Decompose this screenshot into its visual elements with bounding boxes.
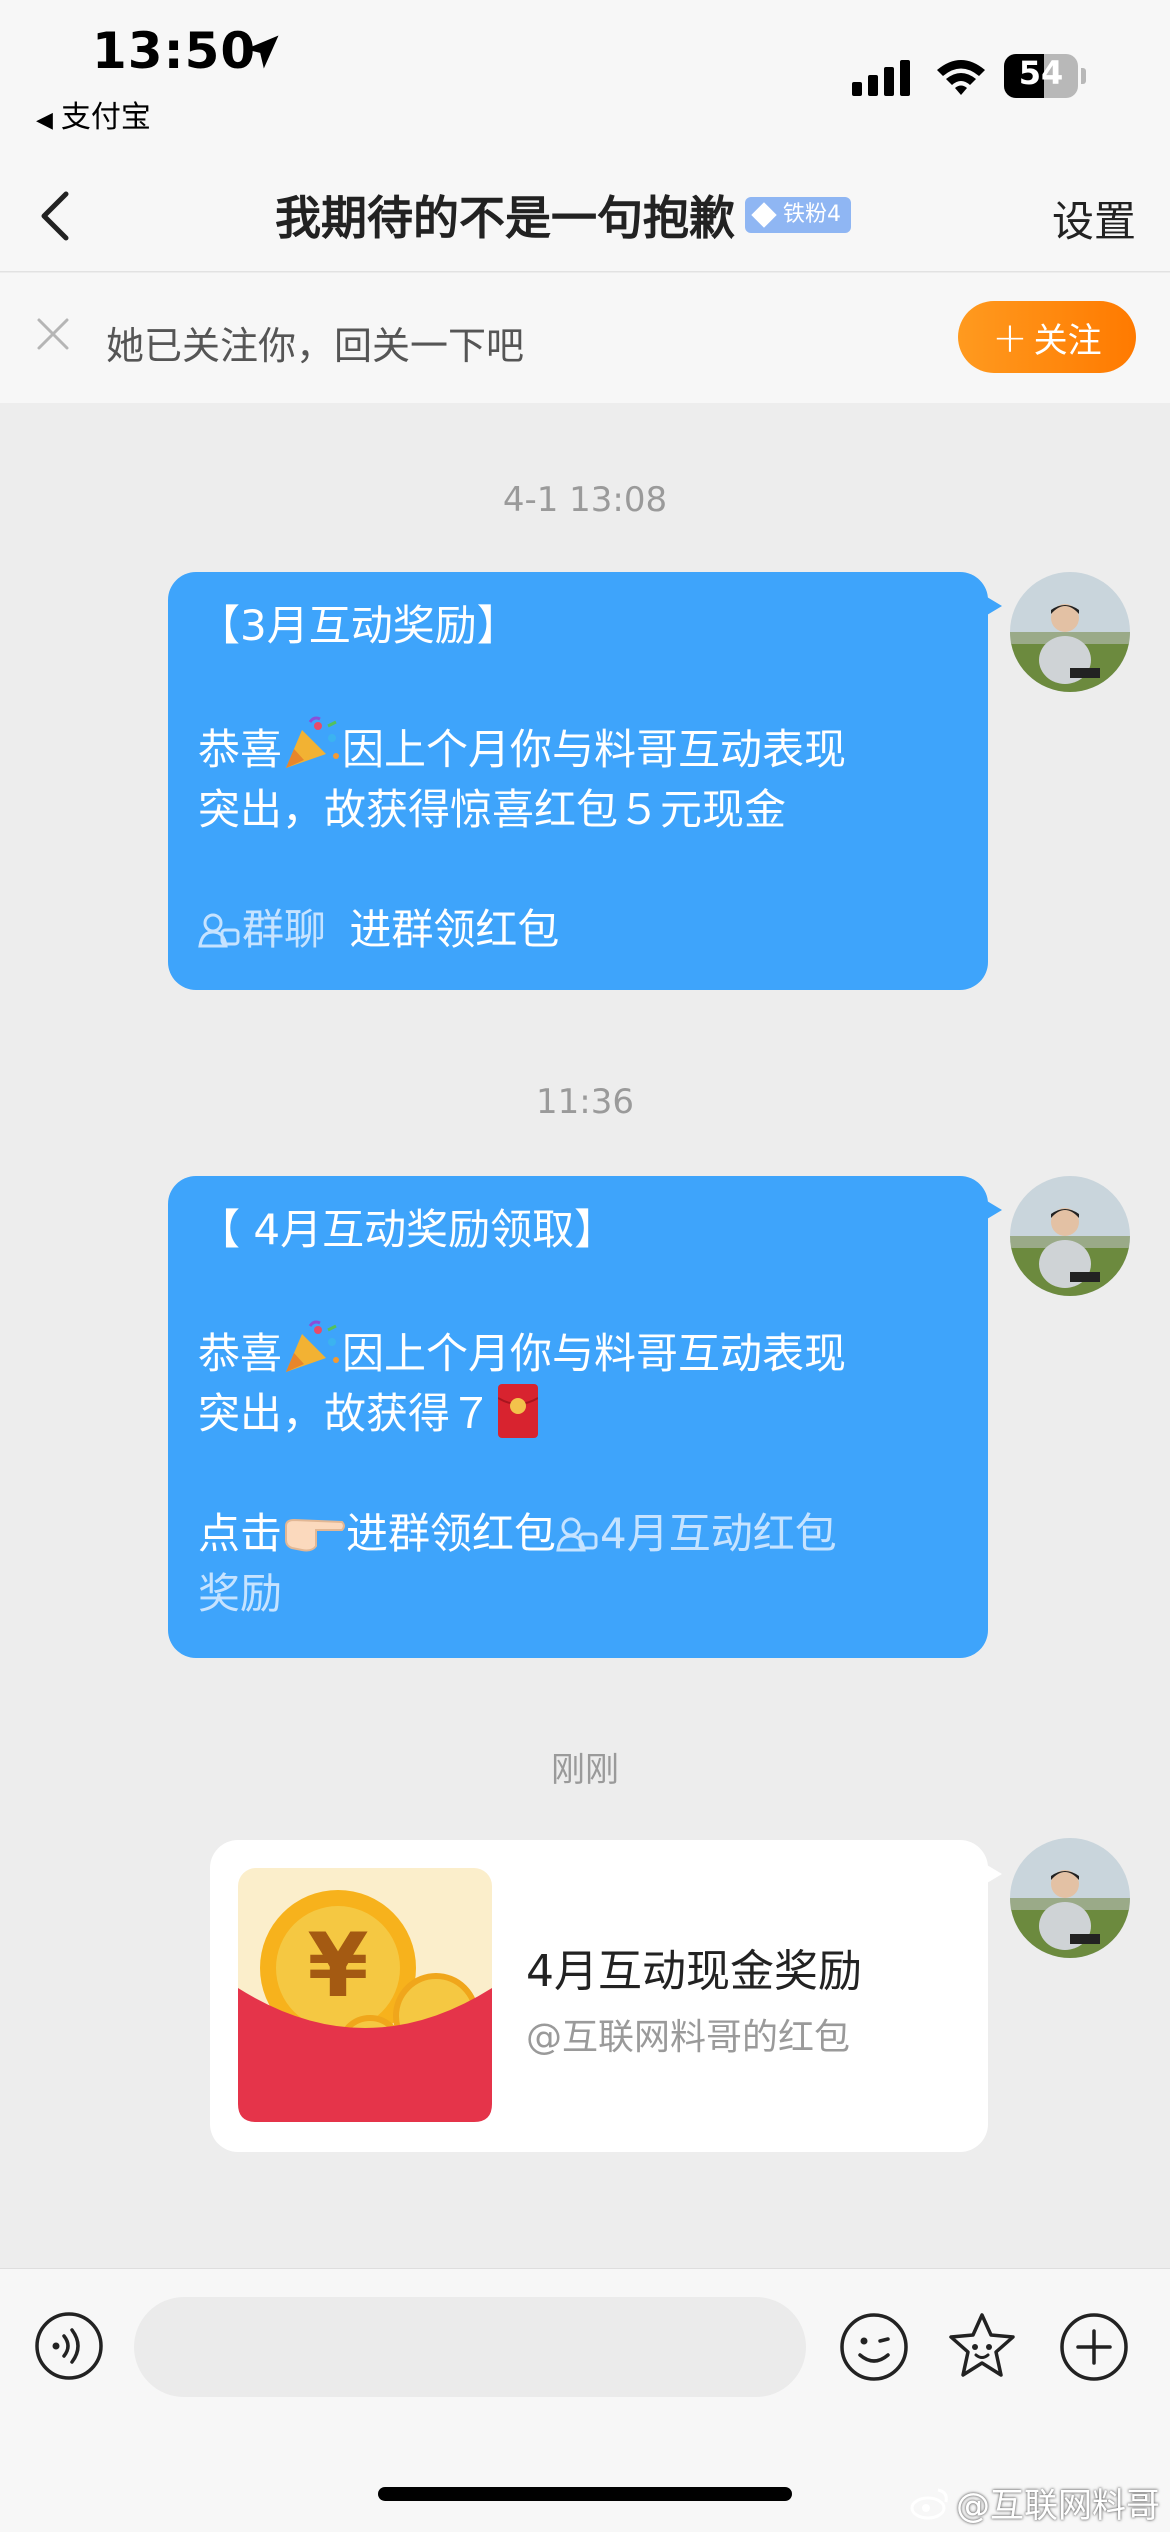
message-text: 进群领红包: [349, 905, 560, 954]
svg-text:¥: ¥: [307, 1914, 368, 2017]
party-popper-icon: [286, 1320, 340, 1372]
message-line: 【 4月互动奖励领取】: [198, 1205, 617, 1254]
settings-button[interactable]: 设置: [1052, 188, 1136, 249]
message-line: 点击 进群领红包 4月互动红包: [198, 1504, 958, 1564]
voice-icon[interactable]: [34, 2311, 104, 2381]
home-indicator: [378, 2487, 792, 2501]
chat-screen: 13:50 ◀ 支付宝 54 我期待的不是一句抱歉 铁粉4 设置 她已关注你，回…: [0, 0, 1170, 2532]
avatar-photo: [1010, 1838, 1130, 1958]
group-chat-icon: [198, 913, 240, 948]
diamond-icon: [751, 202, 777, 228]
message-line: 恭喜 因上个月你与料哥互动表现: [198, 716, 958, 780]
signal-icon: [852, 60, 910, 96]
red-packet-title: 4月互动现金奖励: [526, 1946, 862, 1997]
message-line: 突出，故获得７: [198, 1384, 958, 1444]
group-link-label[interactable]: 奖励: [198, 1564, 958, 1624]
group-link-label: 4月互动红包: [600, 1509, 837, 1558]
red-envelope-icon: [498, 1384, 539, 1438]
avatar-photo: [1010, 1176, 1130, 1296]
watermark-text: @互联网料哥: [956, 2486, 1160, 2526]
plus-icon: +: [992, 312, 1028, 362]
pointing-hand-icon: [285, 1518, 346, 1552]
chat-header: 我期待的不是一句抱歉 铁粉4 设置: [0, 160, 1170, 272]
back-app-label: 支付宝: [60, 100, 151, 135]
follow-banner: 她已关注你，回关一下吧 + 关注: [0, 273, 1170, 403]
message-input[interactable]: [134, 2297, 806, 2397]
message-text: 进群领红包: [346, 1509, 557, 1558]
fan-badge-label: 铁粉4: [783, 202, 841, 227]
timestamp: 刚刚: [551, 1750, 619, 1790]
red-packet-subtitle: @互联网料哥的红包: [526, 2017, 851, 2058]
avatar-photo: [1010, 572, 1130, 692]
timestamp: 4-1 13:08: [502, 480, 668, 520]
message-bubble[interactable]: 【 4月互动奖励领取】 恭喜 因上个月你与料哥互动表现 突出，故获得７ 点击 进…: [168, 1176, 1002, 1658]
page-title: 我期待的不是一句抱歉: [275, 191, 735, 245]
timestamp: 11:36: [536, 1082, 634, 1122]
party-popper-icon: [286, 716, 340, 768]
location-arrow-icon: [245, 35, 279, 69]
congrats-text: 恭喜: [198, 725, 283, 774]
follow-button[interactable]: + 关注: [958, 301, 1136, 373]
battery-level: 54: [1018, 54, 1064, 92]
back-to-app-link[interactable]: ◀ 支付宝: [36, 92, 151, 136]
red-packet-icon: ¥: [238, 1868, 492, 2122]
message-text: 因上个月你与料哥互动表现: [342, 1329, 847, 1378]
close-icon[interactable]: [34, 315, 72, 353]
emoji-icon[interactable]: [838, 2311, 910, 2383]
message-text: 因上个月你与料哥互动表现: [342, 725, 847, 774]
group-chat-icon: [556, 1517, 598, 1552]
avatar[interactable]: [1010, 1176, 1130, 1296]
message-line: 群聊 进群领红包: [198, 900, 958, 960]
message-line: 突出，故获得惊喜红包５元现金: [198, 785, 787, 834]
status-time: 13:50: [92, 22, 257, 80]
status-bar: 13:50 ◀ 支付宝 54: [0, 0, 1170, 160]
message-bubble[interactable]: 【3月互动奖励】 恭喜 因上个月你与料哥互动表现 突出，故获得惊喜红包５元现金 …: [168, 572, 1002, 990]
group-link-label: 群聊: [242, 905, 327, 954]
message-text: 突出，故获得７: [198, 1389, 493, 1438]
wifi-icon: [937, 60, 985, 95]
message-line: 恭喜 因上个月你与料哥互动表现: [198, 1320, 958, 1384]
message-line: 【3月互动奖励】: [198, 601, 519, 650]
battery-indicator: 54: [1004, 52, 1086, 100]
red-packet-card[interactable]: ¥ 4月互动现金奖励 @互联网料哥的红包: [210, 1840, 1002, 2152]
back-chevron-icon[interactable]: [24, 180, 88, 252]
weibo-icon: [910, 2488, 948, 2519]
follow-button-label: 关注: [1033, 320, 1102, 361]
congrats-text: 恭喜: [198, 1329, 283, 1378]
group-chat-link[interactable]: 4月互动红包: [556, 1509, 837, 1558]
fan-badge: 铁粉4: [745, 197, 851, 233]
watermark: @互联网料哥: [910, 2478, 1160, 2527]
back-triangle-icon: ◀: [36, 108, 53, 133]
follow-banner-text: 她已关注你，回关一下吧: [106, 324, 525, 368]
star-icon[interactable]: [944, 2309, 1020, 2385]
add-icon[interactable]: [1058, 2311, 1130, 2383]
group-chat-link[interactable]: 群聊: [198, 905, 326, 954]
message-text: 点击: [198, 1509, 283, 1558]
avatar[interactable]: [1010, 1838, 1130, 1958]
avatar[interactable]: [1010, 572, 1130, 692]
